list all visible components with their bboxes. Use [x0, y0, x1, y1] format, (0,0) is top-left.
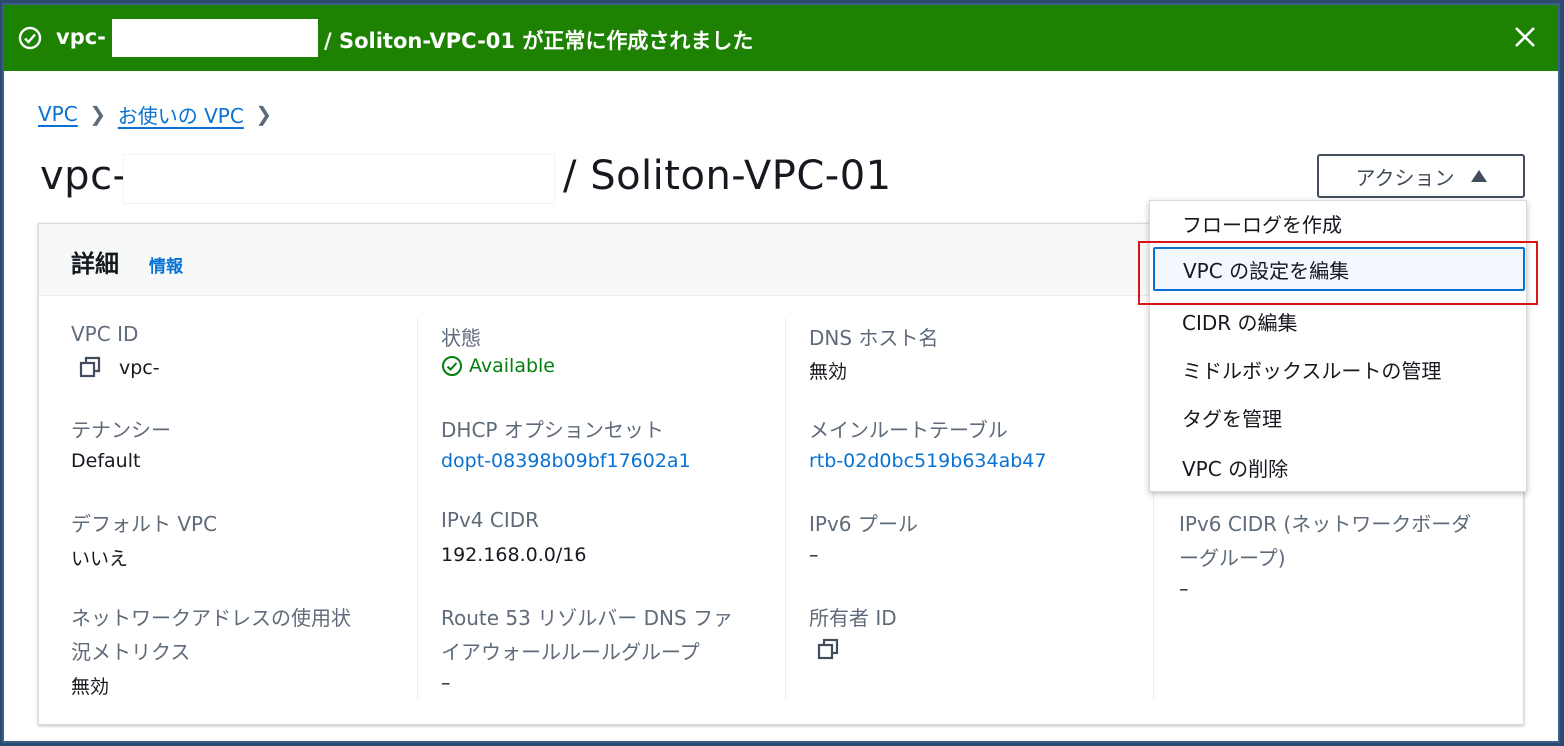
ipv6-pool-label: IPv6 プール — [809, 512, 918, 536]
owner-id-label: 所有者 ID — [809, 606, 897, 630]
chevron-right-icon: ❯ — [89, 102, 107, 126]
menu-item-delete-vpc[interactable]: VPC の削除 — [1150, 445, 1526, 489]
menu-item-edit-cidrs[interactable]: CIDR の編集 — [1150, 299, 1526, 343]
dhcp-label: DHCP オプションセット — [441, 418, 664, 442]
state-value: Available — [441, 355, 555, 377]
vpc-id-value: vpc- — [119, 357, 160, 379]
menu-item-create-flow-log[interactable]: フローログを作成 — [1150, 201, 1526, 245]
metrics-label-cont: 況メトリクス — [71, 640, 191, 664]
info-link[interactable]: 情報 — [149, 252, 183, 277]
page-title-name: / Soliton-VPC-01 — [563, 153, 892, 199]
actions-menu: フローログを作成 VPC の設定を編集 CIDR の編集 ミドルボックスルートの… — [1149, 200, 1527, 492]
dns-hostname-value: 無効 — [809, 361, 848, 383]
success-banner: vpc- / Soliton-VPC-01 が正常に作成されました — [4, 5, 1558, 71]
ipv6-pool-value: – — [809, 544, 819, 566]
column-divider — [785, 318, 786, 700]
route53-label-cont: イアウォールルールグループ — [441, 640, 700, 664]
state-text: Available — [469, 355, 556, 377]
ipv6-cidr-label: IPv6 CIDR (ネットワークボーダ — [1179, 512, 1472, 536]
route53-value: – — [441, 672, 451, 694]
ipv6-cidr-value: – — [1179, 578, 1189, 600]
menu-item-manage-middlebox-routes[interactable]: ミドルボックスルートの管理 — [1150, 347, 1526, 391]
status-check-icon — [442, 356, 462, 376]
redacted-vpc-id — [112, 19, 318, 57]
banner-message: / Soliton-VPC-01 が正常に作成されました — [324, 29, 754, 53]
route53-label: Route 53 リゾルバー DNS ファ — [441, 606, 733, 630]
vpc-details-window: vpc- / Soliton-VPC-01 が正常に作成されました VPC ❯ … — [2, 3, 1560, 743]
close-icon[interactable] — [1512, 24, 1538, 50]
check-circle-icon — [18, 26, 42, 50]
tenancy-value: Default — [71, 450, 141, 472]
banner-vpc-prefix: vpc- — [56, 25, 106, 49]
column-divider — [417, 318, 418, 700]
actions-label: アクション — [1355, 165, 1455, 190]
page-title-prefix: vpc- — [40, 153, 128, 199]
ipv4-cidr-label: IPv4 CIDR — [441, 508, 540, 532]
caret-up-icon — [1470, 170, 1487, 182]
default-vpc-label: デフォルト VPC — [71, 512, 218, 536]
dhcp-link[interactable]: dopt-08398b09bf17602a1 — [441, 450, 691, 472]
state-label: 状態 — [441, 326, 481, 350]
redacted-title-id — [124, 155, 554, 203]
metrics-value: 無効 — [71, 676, 110, 698]
redacted-breadcrumb — [309, 90, 587, 138]
ipv6-cidr-label-cont: ーグループ) — [1179, 546, 1286, 570]
metrics-label: ネットワークアドレスの使用状 — [71, 606, 351, 630]
copy-icon[interactable] — [79, 356, 101, 378]
details-title: 詳細 — [71, 250, 119, 278]
actions-button[interactable]: アクション — [1317, 154, 1525, 198]
dns-hostname-label: DNS ホスト名 — [809, 326, 939, 350]
ipv4-cidr-value: 192.168.0.0/16 — [441, 544, 587, 566]
menu-item-manage-tags[interactable]: タグを管理 — [1150, 395, 1526, 439]
tenancy-label: テナンシー — [71, 418, 171, 442]
vpc-id-label: VPC ID — [71, 322, 139, 346]
chevron-right-icon: ❯ — [255, 102, 273, 126]
menu-item-edit-vpc-settings[interactable]: VPC の設定を編集 — [1153, 247, 1525, 291]
breadcrumb-vpc[interactable]: VPC — [38, 102, 78, 126]
breadcrumb: VPC ❯ お使いの VPC ❯ — [38, 99, 284, 129]
breadcrumb-your-vpcs[interactable]: お使いの VPC — [118, 100, 244, 129]
default-vpc-value: いいえ — [71, 548, 129, 570]
main-route-table-label: メインルートテーブル — [809, 418, 1008, 442]
main-route-table-link[interactable]: rtb-02d0bc519b634ab47 — [809, 450, 1046, 472]
copy-icon[interactable] — [817, 638, 839, 660]
